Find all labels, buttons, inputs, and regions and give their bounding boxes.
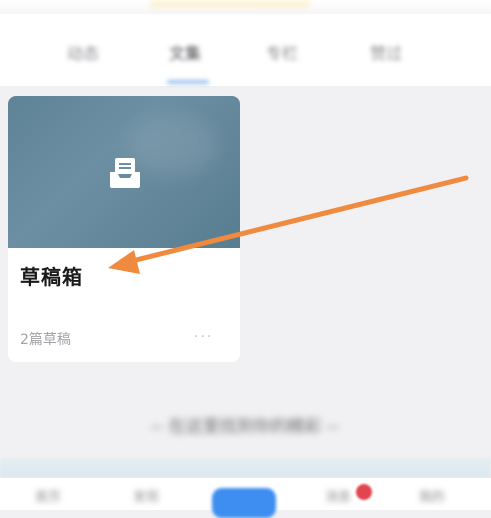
- tab-moments[interactable]: 动态: [55, 42, 111, 66]
- tab-columns[interactable]: 专栏: [254, 42, 310, 66]
- nav-item-discover[interactable]: 发现: [126, 486, 166, 510]
- nav-item-profile[interactable]: 我的: [412, 486, 452, 510]
- bottom-banner-strip: [0, 458, 491, 478]
- tab-liked[interactable]: 赞过: [358, 42, 414, 66]
- nav-write-button[interactable]: [212, 488, 276, 518]
- nav-item-messages[interactable]: 消息: [318, 486, 358, 510]
- inbox-icon: [110, 158, 140, 188]
- tab-collections[interactable]: 文集: [157, 42, 213, 66]
- notification-badge: [356, 484, 372, 500]
- footer-hint: -- 在这里找到你的精彩 --: [150, 417, 340, 437]
- drafts-count: 2篇草稿: [20, 332, 71, 348]
- tab-bar: 动态 文集 专栏 赞过: [0, 14, 491, 86]
- active-tab-indicator: [167, 80, 209, 84]
- status-bar-strip: [0, 0, 491, 14]
- more-options-icon[interactable]: ···: [194, 329, 213, 345]
- bottom-nav-bar: 首页 发现 消息 我的: [0, 478, 491, 518]
- nav-item-home[interactable]: 首页: [28, 486, 68, 510]
- drafts-card-cover: [8, 96, 240, 248]
- status-bar-glow: [150, 0, 310, 8]
- drafts-card-title: 草稿箱: [20, 265, 83, 289]
- drafts-card[interactable]: 草稿箱 2篇草稿 ···: [8, 96, 240, 362]
